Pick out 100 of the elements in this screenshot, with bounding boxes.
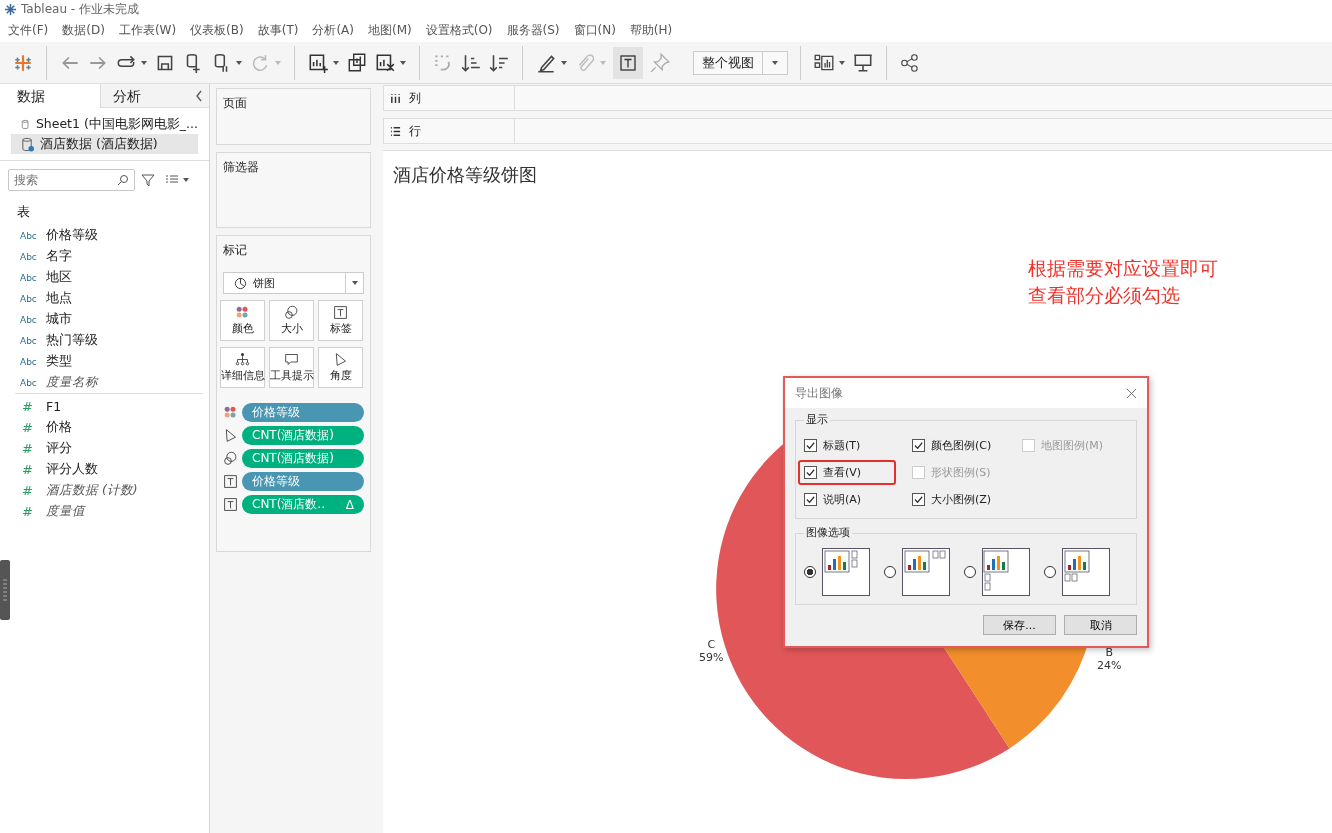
field-item[interactable]: Abc 地区 (0, 267, 209, 288)
fit-dropdown[interactable]: 整个视图 (693, 50, 788, 75)
field-item[interactable]: Abc 热门等级 (0, 330, 209, 351)
color-dots-icon (235, 305, 250, 320)
card-title: 筛选器 (223, 159, 259, 176)
check-icon (805, 494, 816, 505)
checkbox-label: 形状图例(S) (931, 465, 991, 480)
splitter-handle[interactable] (0, 560, 10, 620)
menu-item[interactable]: 工作表(W) (118, 21, 177, 39)
menu-item[interactable]: 服务器(S) (506, 21, 560, 39)
radio-button[interactable] (964, 566, 976, 578)
share-icon[interactable] (899, 51, 921, 74)
layout-thumbnail-drawing[interactable] (982, 548, 1030, 596)
field-item[interactable]: # F1 (0, 396, 209, 417)
layout-thumbnail-drawing[interactable] (1062, 548, 1110, 596)
field-item[interactable]: Abc 名字 (0, 246, 209, 267)
mark-property-button[interactable]: 详细信息 (220, 347, 265, 388)
caret-icon[interactable] (182, 176, 190, 184)
check-icon (913, 494, 924, 505)
pie-icon (234, 276, 247, 290)
annotation-text: 查看部分必须勾选 (1028, 283, 1181, 308)
speech-bubble-icon (284, 352, 299, 367)
caret-icon[interactable] (140, 58, 148, 67)
caret-icon[interactable] (399, 58, 407, 67)
save-button[interactable]: 保存... (983, 615, 1056, 635)
annotation-text: 根据需要对应设置即可 (1028, 256, 1218, 281)
dialog-title: 导出图像 (795, 384, 843, 402)
layout-thumbnail-drawing[interactable] (822, 548, 870, 596)
checkbox-label: 颜色图例(C) (931, 438, 992, 453)
field-item[interactable]: Abc 度量名称 (0, 372, 209, 393)
pane-tab[interactable]: 分析 (100, 84, 209, 108)
caret-icon[interactable] (235, 58, 243, 67)
layout-thumbnail-drawing[interactable] (902, 548, 950, 596)
menu-item[interactable]: 地图(M) (368, 21, 412, 39)
circles-icon (284, 305, 299, 320)
search-field[interactable]: 搜索 (8, 169, 135, 191)
caret-icon (771, 58, 779, 67)
close-icon[interactable] (1126, 387, 1137, 399)
text-box-icon (223, 497, 238, 512)
check-icon (805, 440, 816, 451)
mark-property-button[interactable]: 颜色 (220, 300, 265, 341)
checkbox[interactable] (804, 493, 817, 506)
data-source-item[interactable]: Sheet1 (中国电影网电影_... (11, 114, 198, 134)
field-item[interactable]: Abc 地点 (0, 288, 209, 309)
mark-type-dropdown[interactable]: 饼图 (223, 272, 364, 294)
hierarchy-icon (235, 352, 250, 367)
data-source-item[interactable]: 酒店数据 (酒店数据) (11, 134, 198, 154)
view-title: 酒店价格等级饼图 (392, 163, 538, 187)
color-dots-icon (223, 405, 238, 420)
section-heading: 表 (16, 203, 31, 221)
checkbox[interactable] (912, 439, 925, 452)
columns-shelf[interactable]: 列 (383, 85, 1332, 111)
menu-item[interactable]: 文件(F) (8, 21, 49, 39)
slice-label: B (1105, 646, 1113, 659)
mark-property-button[interactable]: 大小 (269, 300, 314, 341)
radio-button[interactable] (884, 566, 896, 578)
database-icon (21, 136, 34, 152)
caret-icon[interactable] (838, 58, 846, 67)
mark-property-button[interactable]: 角度 (318, 347, 363, 388)
duplicate-chart-icon[interactable] (346, 51, 368, 74)
menu-item[interactable]: 仪表板(B) (190, 21, 244, 39)
checkbox[interactable] (912, 493, 925, 506)
slice-label: C (707, 638, 716, 651)
caret-icon[interactable] (560, 58, 568, 67)
rows-shelf[interactable]: 行 (383, 118, 1332, 144)
data-source-name: 酒店数据 (酒店数据) (40, 135, 158, 153)
checkbox[interactable] (804, 466, 817, 479)
field-item[interactable]: # 酒店数据 (计数) (0, 480, 209, 501)
menu-item[interactable]: 设置格式(O) (425, 21, 493, 39)
cancel-button[interactable]: 取消 (1064, 615, 1137, 635)
menu-item[interactable]: 窗口(N) (573, 21, 616, 39)
radio-button[interactable] (804, 566, 816, 578)
field-item[interactable]: Abc 类型 (0, 351, 209, 372)
menu-item[interactable]: 分析(A) (312, 21, 354, 39)
columns-icon (390, 92, 401, 104)
mark-property-button[interactable]: 标签 (318, 300, 363, 341)
checkbox-label: 查看(V) (823, 465, 862, 480)
checkbox[interactable] (804, 439, 817, 452)
field-item[interactable]: # 评分人数 (0, 459, 209, 480)
text-box-icon (619, 53, 637, 72)
search-icon[interactable] (117, 174, 129, 186)
checkbox-label: 说明(A) (823, 492, 862, 507)
app-logo-icon (4, 2, 17, 16)
field-item[interactable]: Abc 城市 (0, 309, 209, 330)
menu-item[interactable]: 故事(T) (257, 21, 299, 39)
filter-icon[interactable] (141, 173, 155, 187)
field-item[interactable]: # 评分 (0, 438, 209, 459)
field-item[interactable]: Abc 价格等级 (0, 225, 209, 246)
menu-item[interactable]: 数据(D) (62, 21, 105, 39)
shelf-label: 行 (409, 122, 421, 140)
field-item[interactable]: # 价格 (0, 417, 209, 438)
menu-item[interactable]: 帮助(H) (629, 21, 673, 39)
caret-icon[interactable] (332, 58, 340, 67)
radio-button[interactable] (1044, 566, 1056, 578)
field-item[interactable]: # 度量值 (0, 501, 209, 522)
caret-icon (350, 279, 359, 287)
checkbox-label: 地图图例(M) (1041, 438, 1104, 453)
mark-property-button[interactable]: 工具提示 (269, 347, 314, 388)
collapse-icon[interactable] (195, 90, 203, 102)
show-labels-button[interactable] (613, 46, 643, 79)
